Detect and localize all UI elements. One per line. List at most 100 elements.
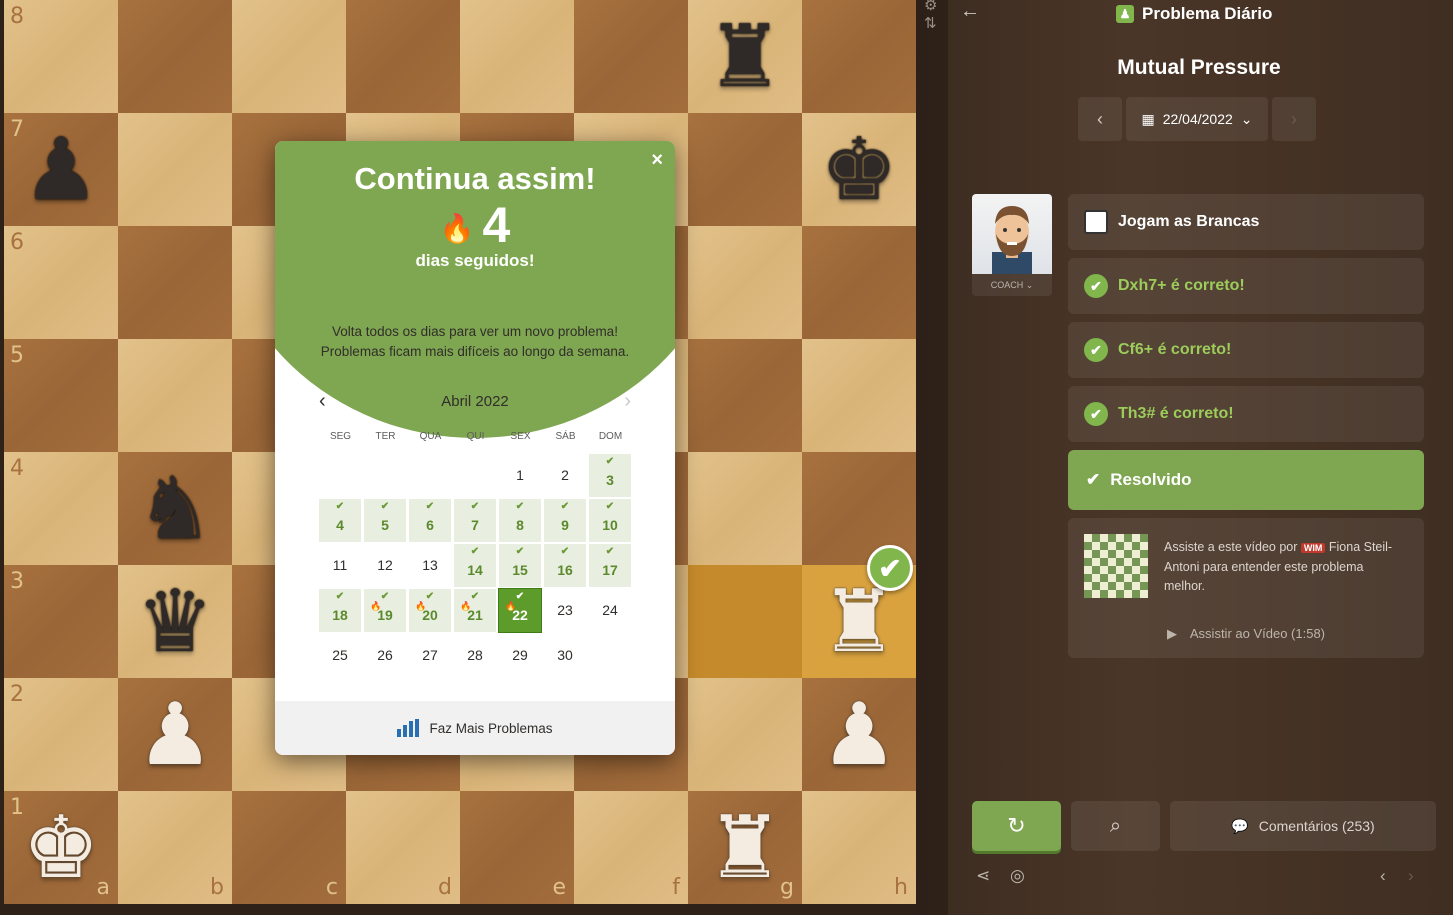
- calendar-day[interactable]: ✔ 10: [588, 498, 632, 543]
- square-h1[interactable]: h: [802, 791, 916, 904]
- chevron-left-icon[interactable]: ‹: [319, 390, 326, 413]
- calendar-day[interactable]: ✔ 7: [453, 498, 497, 543]
- calendar-day[interactable]: ✔ 🔥 21: [453, 588, 497, 633]
- calendar-day[interactable]: 1: [498, 453, 542, 498]
- close-icon[interactable]: ×: [651, 149, 663, 172]
- calendar-day[interactable]: 30: [543, 633, 587, 678]
- square-d1[interactable]: d: [346, 791, 460, 904]
- more-puzzles-button[interactable]: Faz Mais Problemas: [275, 701, 675, 755]
- square-h5[interactable]: [802, 339, 916, 452]
- watch-video-link[interactable]: ▶ Assistir ao Vídeo (1:58): [1068, 626, 1424, 642]
- square-g3[interactable]: [688, 565, 802, 678]
- square-b1[interactable]: b: [118, 791, 232, 904]
- square-b7[interactable]: [118, 113, 232, 226]
- square-a4[interactable]: 4: [4, 452, 118, 565]
- square-h8[interactable]: [802, 0, 916, 113]
- white-king-icon[interactable]: ♚: [4, 791, 118, 904]
- square-a6[interactable]: 6: [4, 226, 118, 339]
- square-g1[interactable]: g ♜: [688, 791, 802, 904]
- share-icon[interactable]: ⋖: [976, 866, 990, 886]
- analysis-button[interactable]: ⌕: [1071, 801, 1160, 851]
- calendar-day[interactable]: ✔ 8: [498, 498, 542, 543]
- chevron-left-icon[interactable]: ‹: [1380, 866, 1386, 886]
- calendar-day[interactable]: 12: [363, 543, 407, 588]
- square-g8[interactable]: ♜: [688, 0, 802, 113]
- square-h2[interactable]: ♟: [802, 678, 916, 791]
- square-b3[interactable]: ♛: [118, 565, 232, 678]
- calendar-day[interactable]: 28: [453, 633, 497, 678]
- calendar-day[interactable]: ✔ 🔥 20: [408, 588, 452, 633]
- calendar-day[interactable]: 25: [318, 633, 362, 678]
- flip-board-icon[interactable]: ⇅: [924, 14, 937, 32]
- square-a5[interactable]: 5: [4, 339, 118, 452]
- thumb-square: [1124, 582, 1132, 590]
- calendar-day[interactable]: ✔ 4: [318, 498, 362, 543]
- target-icon[interactable]: ◎: [1010, 866, 1025, 886]
- calendar-day[interactable]: ✔ 6: [408, 498, 452, 543]
- calendar-day[interactable]: ✔ 18: [318, 588, 362, 633]
- square-a1[interactable]: 1 a ♚: [4, 791, 118, 904]
- calendar-day[interactable]: 11: [318, 543, 362, 588]
- calendar-day[interactable]: 29: [498, 633, 542, 678]
- square-b6[interactable]: [118, 226, 232, 339]
- calendar-day[interactable]: 2: [543, 453, 587, 498]
- calendar-day[interactable]: 23: [543, 588, 587, 633]
- square-g2[interactable]: [688, 678, 802, 791]
- square-e1[interactable]: e: [460, 791, 574, 904]
- square-c1[interactable]: c: [232, 791, 346, 904]
- square-g4[interactable]: [688, 452, 802, 565]
- black-knight-icon[interactable]: ♞: [118, 452, 232, 565]
- back-arrow-icon[interactable]: ←: [960, 0, 980, 23]
- thumb-square: [1084, 542, 1092, 550]
- comments-button[interactable]: 💬 Comentários (253): [1170, 801, 1436, 851]
- calendar-day[interactable]: ✔ 🔥 19: [363, 588, 407, 633]
- calendar-day[interactable]: 13: [408, 543, 452, 588]
- check-icon: ✔: [470, 501, 480, 512]
- square-g6[interactable]: [688, 226, 802, 339]
- calendar-day[interactable]: 24: [588, 588, 632, 633]
- square-g7[interactable]: [688, 113, 802, 226]
- square-a2[interactable]: 2: [4, 678, 118, 791]
- gear-icon[interactable]: ⚙: [924, 0, 937, 14]
- square-e8[interactable]: [460, 0, 574, 113]
- calendar-day[interactable]: ✔ 3: [588, 453, 632, 498]
- square-a7[interactable]: 7 ♟: [4, 113, 118, 226]
- thumb-square: [1140, 534, 1148, 542]
- white-pawn-icon[interactable]: ♟: [118, 678, 232, 791]
- video-thumbnail[interactable]: [1084, 534, 1148, 598]
- square-f1[interactable]: f: [574, 791, 688, 904]
- black-king-icon[interactable]: ♚: [802, 113, 916, 226]
- calendar-day[interactable]: ✔ 15: [498, 543, 542, 588]
- calendar-day[interactable]: ✔ 14: [453, 543, 497, 588]
- square-c8[interactable]: [232, 0, 346, 113]
- square-h7[interactable]: ♚: [802, 113, 916, 226]
- calendar-day[interactable]: 26: [363, 633, 407, 678]
- calendar-day[interactable]: ✔ 16: [543, 543, 587, 588]
- square-d8[interactable]: [346, 0, 460, 113]
- calendar-day[interactable]: ✔ 🔥 22: [498, 588, 542, 633]
- square-b5[interactable]: [118, 339, 232, 452]
- prev-date-button[interactable]: ‹: [1078, 97, 1122, 141]
- coach-avatar[interactable]: COACH ⌄: [972, 194, 1052, 296]
- square-f8[interactable]: [574, 0, 688, 113]
- square-b8[interactable]: [118, 0, 232, 113]
- calendar-day[interactable]: 27: [408, 633, 452, 678]
- square-a8[interactable]: 8: [4, 0, 118, 113]
- square-h6[interactable]: [802, 226, 916, 339]
- retry-button[interactable]: ↻: [972, 801, 1061, 851]
- black-rook-icon[interactable]: ♜: [688, 0, 802, 113]
- check-icon: ✔: [515, 501, 525, 512]
- black-pawn-icon[interactable]: ♟: [4, 113, 118, 226]
- calendar-day[interactable]: ✔ 5: [363, 498, 407, 543]
- calendar-day[interactable]: ✔ 9: [543, 498, 587, 543]
- square-b4[interactable]: ♞: [118, 452, 232, 565]
- white-rook-icon[interactable]: ♜: [688, 791, 802, 904]
- white-pawn-icon[interactable]: ♟: [802, 678, 916, 791]
- square-g5[interactable]: [688, 339, 802, 452]
- date-selector[interactable]: ▦ 22/04/2022 ⌄: [1126, 97, 1268, 141]
- thumb-square: [1116, 566, 1124, 574]
- square-a3[interactable]: 3: [4, 565, 118, 678]
- calendar-day[interactable]: ✔ 17: [588, 543, 632, 588]
- black-queen-icon[interactable]: ♛: [118, 565, 232, 678]
- square-b2[interactable]: ♟: [118, 678, 232, 791]
